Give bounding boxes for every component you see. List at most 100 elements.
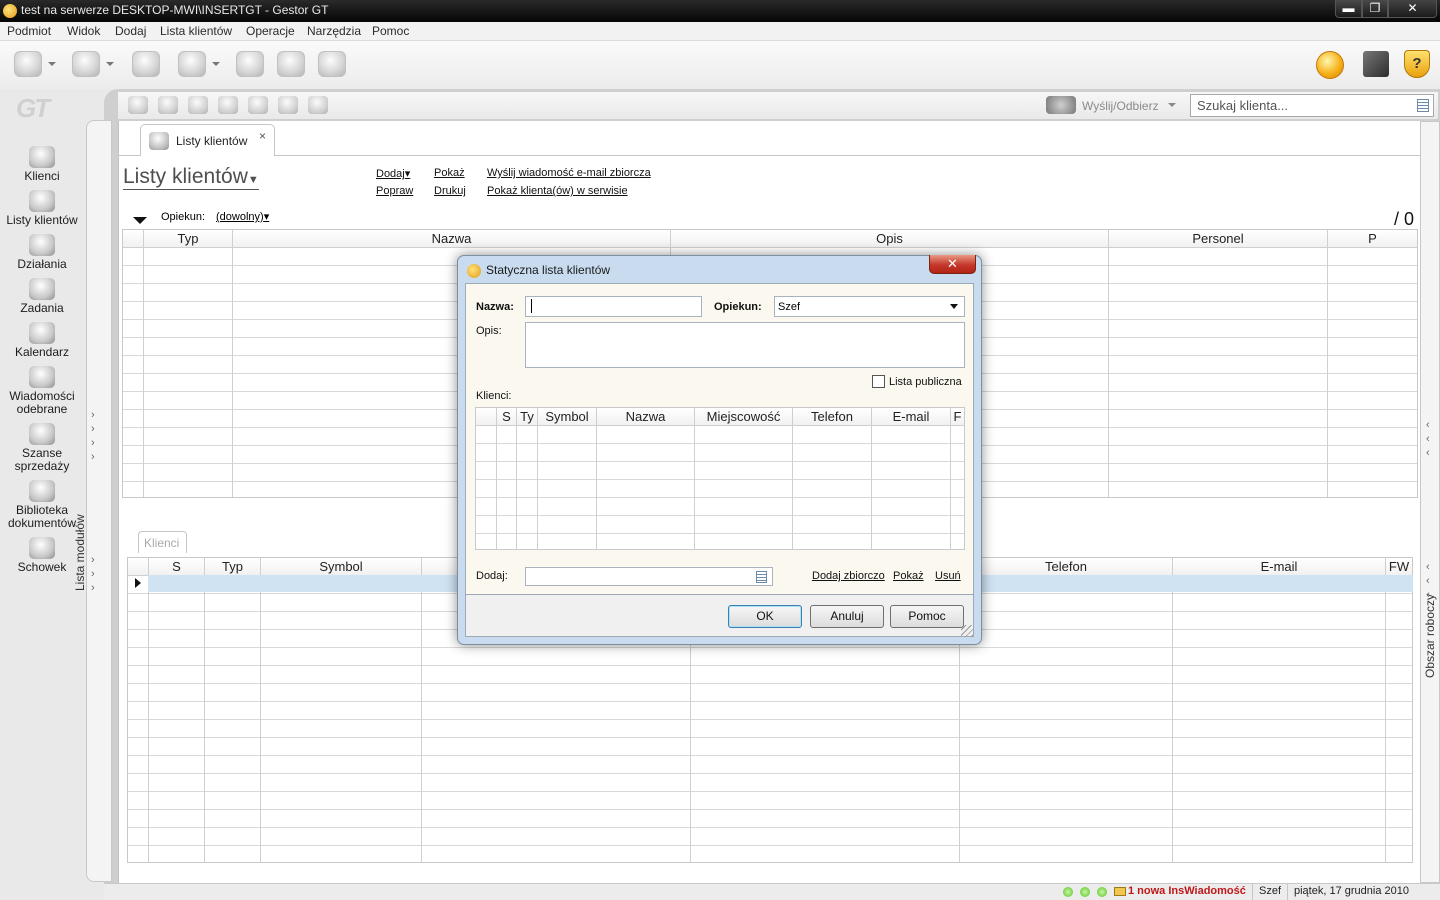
chevron-left-icon[interactable]: ‹: [1426, 447, 1430, 459]
opiekun-select[interactable]: Szef: [774, 296, 965, 317]
collapse-filter-icon[interactable]: [133, 217, 147, 224]
send-receive-icon[interactable]: [1046, 96, 1076, 114]
send-receive-button[interactable]: Wyślij/Odbierz: [1082, 99, 1159, 113]
column-header-p[interactable]: P: [1328, 230, 1417, 248]
column-header[interactable]: [128, 558, 149, 576]
module-list-strip[interactable]: Lista modułów › › › › › › ›: [73, 120, 112, 882]
column-header-opis[interactable]: Opis: [671, 230, 1109, 248]
tag-icon[interactable]: [218, 96, 238, 114]
menu-widok[interactable]: Widok: [67, 24, 100, 38]
menu-operacje[interactable]: Operacje: [246, 24, 295, 38]
help-shield-icon[interactable]: ?: [1404, 50, 1430, 78]
menu-pomoc[interactable]: Pomoc: [372, 24, 409, 38]
column-header[interactable]: [476, 408, 497, 426]
column-header-email[interactable]: E-mail: [1173, 558, 1386, 576]
dialog-clients-grid[interactable]: S Ty Symbol Nazwa Miejscowość Telefon E-…: [475, 407, 965, 550]
network-icon[interactable]: [277, 51, 305, 77]
page-title[interactable]: Listy klientów▼: [123, 165, 259, 190]
sidebar-item-zadania[interactable]: Zadania: [3, 278, 81, 315]
stamp-icon[interactable]: [132, 51, 160, 77]
chevron-left-icon[interactable]: ‹: [1426, 575, 1430, 587]
column-header-ty[interactable]: Ty: [517, 408, 538, 426]
chevron-left-icon[interactable]: ‹: [1426, 561, 1430, 573]
client-search-input[interactable]: Szukaj klienta...: [1190, 94, 1434, 117]
chevron-down-icon[interactable]: [48, 62, 56, 66]
users-icon[interactable]: [188, 96, 208, 114]
cancel-button[interactable]: Anuluj: [810, 605, 884, 628]
help-button[interactable]: Pomoc: [890, 605, 964, 628]
sidebar-item-biblioteka[interactable]: Biblioteka dokumentów: [3, 480, 81, 530]
pokaz-client-link[interactable]: Pokaż: [893, 570, 924, 582]
chevron-down-icon[interactable]: ▼: [248, 174, 259, 186]
column-header-fw[interactable]: FW: [1386, 558, 1412, 576]
user-add-icon[interactable]: [158, 96, 178, 114]
chevron-left-icon[interactable]: ‹: [1426, 419, 1430, 431]
sidebar-item-kalendarz[interactable]: Kalendarz: [3, 322, 81, 359]
column-header-typ[interactable]: Typ: [205, 558, 261, 576]
column-header-email[interactable]: E-mail: [872, 408, 951, 426]
pokaz-link[interactable]: Pokaż: [434, 167, 465, 179]
chevron-right-icon[interactable]: ›: [91, 409, 95, 421]
popraw-link[interactable]: Popraw: [376, 185, 413, 197]
new-record-icon[interactable]: [14, 51, 42, 77]
dialog-close-button[interactable]: ✕: [929, 255, 976, 274]
dodaj-client-input[interactable]: [525, 567, 773, 586]
chevron-right-icon[interactable]: ›: [91, 437, 95, 449]
dodaj-zbiorczo-link[interactable]: Dodaj zbiorczo: [812, 570, 885, 582]
maximize-button[interactable]: ❐: [1362, 0, 1388, 18]
usun-client-link[interactable]: Usuń: [935, 570, 961, 582]
column-header-s[interactable]: S: [149, 558, 205, 576]
group-icon[interactable]: [278, 96, 298, 114]
chevron-right-icon[interactable]: ›: [91, 423, 95, 435]
column-header-nazwa[interactable]: Nazwa: [233, 230, 671, 248]
column-header-miejscowosc[interactable]: Miejscowość: [695, 408, 793, 426]
tag-edit-icon[interactable]: [248, 96, 268, 114]
column-header-symbol[interactable]: Symbol: [538, 408, 597, 426]
chevron-left-icon[interactable]: ‹: [1426, 433, 1430, 445]
column-header-symbol[interactable]: Symbol: [261, 558, 422, 576]
eraser-icon[interactable]: [308, 96, 328, 114]
column-header-nazwa[interactable]: Nazwa: [597, 408, 695, 426]
dodaj-link[interactable]: Dodaj▾: [376, 167, 410, 180]
client-icon[interactable]: [128, 96, 148, 114]
menu-dodaj[interactable]: Dodaj: [115, 24, 146, 38]
chevron-right-icon[interactable]: ›: [91, 451, 95, 463]
chevron-down-icon[interactable]: [212, 62, 220, 66]
opiekun-filter-dropdown[interactable]: (dowolny)▾: [216, 210, 269, 223]
opis-textarea[interactable]: [525, 322, 965, 368]
edit-icon[interactable]: [236, 51, 264, 77]
chevron-right-icon[interactable]: ›: [91, 554, 95, 566]
sidebar-item-schowek[interactable]: Schowek: [3, 537, 81, 574]
menu-lista-klientow[interactable]: Lista klientów: [160, 24, 232, 38]
show-in-service-link[interactable]: Pokaż klienta(ów) w serwisie: [487, 185, 628, 197]
users-icon[interactable]: [318, 51, 346, 77]
search-list-icon[interactable]: [1417, 99, 1429, 112]
eraser-icon[interactable]: [178, 51, 206, 77]
menu-podmiot[interactable]: Podmiot: [7, 24, 51, 38]
sidebar-item-dzialania[interactable]: Działania: [3, 234, 81, 271]
workspace-strip[interactable]: Obszar roboczy ‹ ‹ ‹ ‹ ‹ ‹: [1420, 121, 1440, 883]
menu-narzedzia[interactable]: Narzędzia: [307, 24, 361, 38]
drukuj-link[interactable]: Drukuj: [434, 185, 466, 197]
cube-icon[interactable]: [1363, 51, 1389, 77]
open-icon[interactable]: [72, 51, 100, 77]
new-message-indicator[interactable]: 1 nowa InsWiadomość: [1122, 884, 1252, 900]
column-header-s[interactable]: S: [497, 408, 517, 426]
status-orb-icon[interactable]: [1316, 51, 1344, 79]
minimize-button[interactable]: ▬: [1335, 0, 1362, 18]
tab-listy-klientow[interactable]: Listy klientów ×: [140, 124, 275, 156]
lista-publiczna-label[interactable]: Lista publiczna: [889, 376, 962, 388]
sidebar-item-klienci[interactable]: Klienci: [3, 146, 81, 183]
search-list-icon[interactable]: [756, 571, 767, 583]
lista-publiczna-checkbox[interactable]: [872, 375, 885, 388]
sidebar-item-szanse[interactable]: Szanse sprzedaży: [3, 423, 81, 473]
column-header-typ[interactable]: Typ: [144, 230, 233, 248]
sidebar-item-wiadomosci[interactable]: Wiadomości odebrane: [3, 366, 81, 416]
close-tab-icon[interactable]: ×: [259, 129, 266, 143]
column-header[interactable]: [123, 230, 144, 248]
chevron-left-icon[interactable]: ‹: [1426, 589, 1430, 601]
column-header-telefon[interactable]: Telefon: [793, 408, 872, 426]
column-header-f[interactable]: F: [951, 408, 964, 426]
sidebar-item-listy-klientow[interactable]: Listy klientów: [3, 190, 81, 227]
chevron-down-icon[interactable]: [106, 62, 114, 66]
